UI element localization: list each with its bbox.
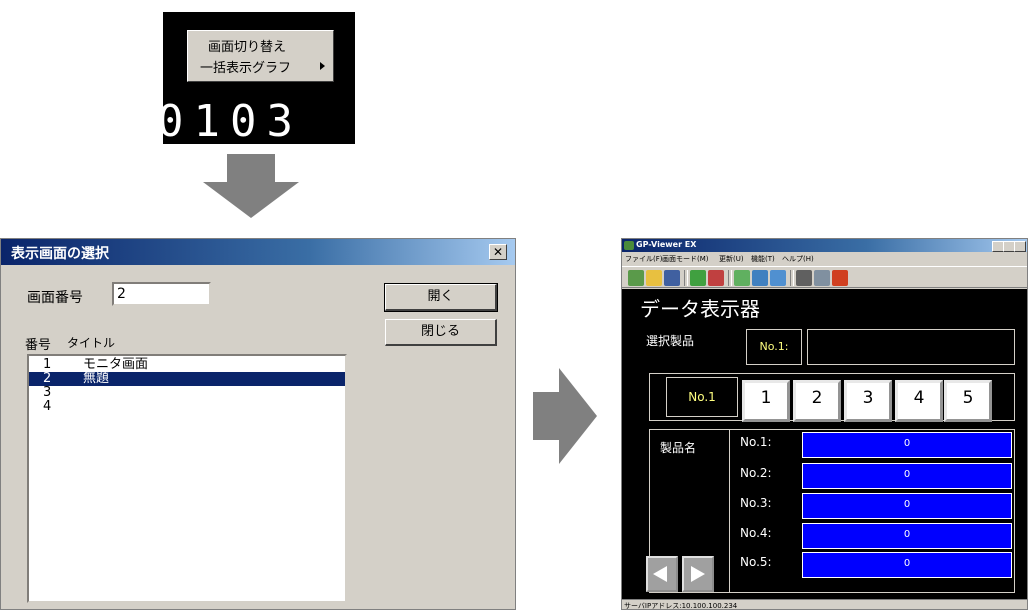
forward-button[interactable]	[682, 556, 714, 592]
menu-screen-mode[interactable]: 画面モード(M)	[662, 254, 709, 264]
hmi-screen: データ表示器 選択製品 No.1: No.1 1 2 3 4 5 製品名 No.…	[622, 289, 1027, 599]
product-label-5: No.5:	[740, 555, 772, 569]
viewer-title-bar: GP-Viewer EX	[622, 239, 1027, 252]
arrow-left-icon	[653, 566, 667, 582]
settings-icon[interactable]	[814, 270, 830, 286]
list-item[interactable]: 3	[29, 386, 345, 400]
viewer-title: GP-Viewer EX	[636, 240, 697, 249]
select-screen-dialog: 表示画面の選択 ✕ 画面番号 2 開く 閉じる 番号 タイトル 1 モニタ画面 …	[0, 238, 516, 610]
context-menu: 画面切り替え 一括表示グラフ	[187, 30, 334, 82]
dialog-title-bar: 表示画面の選択 ✕	[1, 239, 515, 265]
open-folder-icon[interactable]	[646, 270, 662, 286]
column-header-number: 番号	[25, 338, 52, 353]
row-number: 4	[43, 399, 52, 414]
row-number: 2	[43, 371, 52, 386]
camera-icon[interactable]	[796, 270, 812, 286]
screen-number-label: 画面番号	[27, 290, 83, 306]
product-value-4: 0	[802, 523, 1012, 549]
divider	[729, 429, 730, 593]
product-name-label: 製品名	[660, 441, 697, 455]
status-text: サーバIPアドレス:10.100.100.234	[624, 602, 738, 610]
close-icon[interactable]	[1014, 241, 1026, 252]
selected-product-name	[807, 329, 1015, 365]
product-value-5: 0	[802, 552, 1012, 578]
menu-item-batch-graph[interactable]: 一括表示グラフ	[200, 57, 291, 76]
screen-next-icon[interactable]	[708, 270, 724, 286]
number-button-3[interactable]: 3	[844, 380, 892, 422]
sync-icon[interactable]	[752, 270, 768, 286]
menu-item-switch-screen[interactable]: 画面切り替え	[208, 36, 286, 55]
connect-icon[interactable]	[628, 270, 644, 286]
gp-viewer-window: GP-Viewer EX ファイル(F) 画面モード(M) 更新(U) 機能(T…	[621, 238, 1028, 610]
number-button-2[interactable]: 2	[793, 380, 841, 422]
product-label-3: No.3:	[740, 496, 772, 510]
toolbar-separator	[684, 270, 688, 286]
app-icon	[624, 241, 634, 250]
product-label-2: No.2:	[740, 466, 772, 480]
menu-help[interactable]: ヘルプ(H)	[782, 254, 814, 264]
screen-list[interactable]: 1 モニタ画面 2 無題 3 4	[27, 354, 347, 603]
selected-product-label: 選択製品	[646, 334, 695, 348]
dialog-title: 表示画面の選択	[11, 246, 109, 262]
open-button[interactable]: 開く	[384, 283, 498, 312]
screen-title: データ表示器	[640, 297, 760, 321]
menu-file[interactable]: ファイル(F)	[625, 254, 663, 264]
refresh-icon[interactable]	[734, 270, 750, 286]
row-title: 無題	[83, 371, 110, 386]
save-icon[interactable]	[664, 270, 680, 286]
menu-function[interactable]: 機能(T)	[751, 254, 775, 264]
close-button[interactable]: 閉じる	[385, 319, 497, 346]
background-digits: 0103	[163, 96, 303, 144]
right-arrow-icon	[533, 368, 597, 464]
product-value-2: 0	[802, 463, 1012, 489]
window-controls	[990, 241, 1027, 252]
list-item[interactable]: 1 モニタ画面	[29, 358, 345, 372]
screen-number-input[interactable]: 2	[112, 282, 211, 306]
number-button-4[interactable]: 4	[895, 380, 943, 422]
arrow-right-icon	[691, 566, 705, 582]
screen-prev-icon[interactable]	[690, 270, 706, 286]
row-number: 1	[43, 357, 52, 372]
product-label-1: No.1:	[740, 435, 772, 449]
product-label-4: No.4:	[740, 526, 772, 540]
submenu-arrow-icon	[320, 62, 325, 70]
number-button-1[interactable]: 1	[742, 380, 790, 422]
number-button-5[interactable]: 5	[944, 380, 992, 422]
toolbar-separator	[790, 270, 794, 286]
toolbar-separator	[728, 270, 732, 286]
product-value-1: 0	[802, 432, 1012, 458]
back-button[interactable]	[646, 556, 678, 592]
product-value-3: 0	[802, 493, 1012, 519]
list-item-selected[interactable]: 2 無題	[29, 372, 345, 386]
toolbar	[622, 266, 1027, 288]
menu-bar: ファイル(F) 画面モード(M) 更新(U) 機能(T) ヘルプ(H)	[622, 253, 1027, 265]
selected-product-number: No.1:	[746, 329, 802, 365]
log-icon[interactable]	[832, 270, 848, 286]
close-icon[interactable]: ✕	[489, 244, 507, 260]
transfer-icon[interactable]	[770, 270, 786, 286]
column-header-title: タイトル	[67, 336, 116, 350]
row-number: 3	[43, 385, 52, 400]
down-arrow-icon	[203, 154, 299, 218]
number-display: No.1	[666, 377, 738, 417]
context-menu-screenshot: 0103 画面切り替え 一括表示グラフ	[163, 12, 355, 144]
status-bar: サーバIPアドレス:10.100.100.234	[622, 599, 1027, 610]
row-title: モニタ画面	[83, 357, 149, 372]
list-item[interactable]: 4	[29, 400, 345, 414]
menu-update[interactable]: 更新(U)	[719, 254, 744, 264]
